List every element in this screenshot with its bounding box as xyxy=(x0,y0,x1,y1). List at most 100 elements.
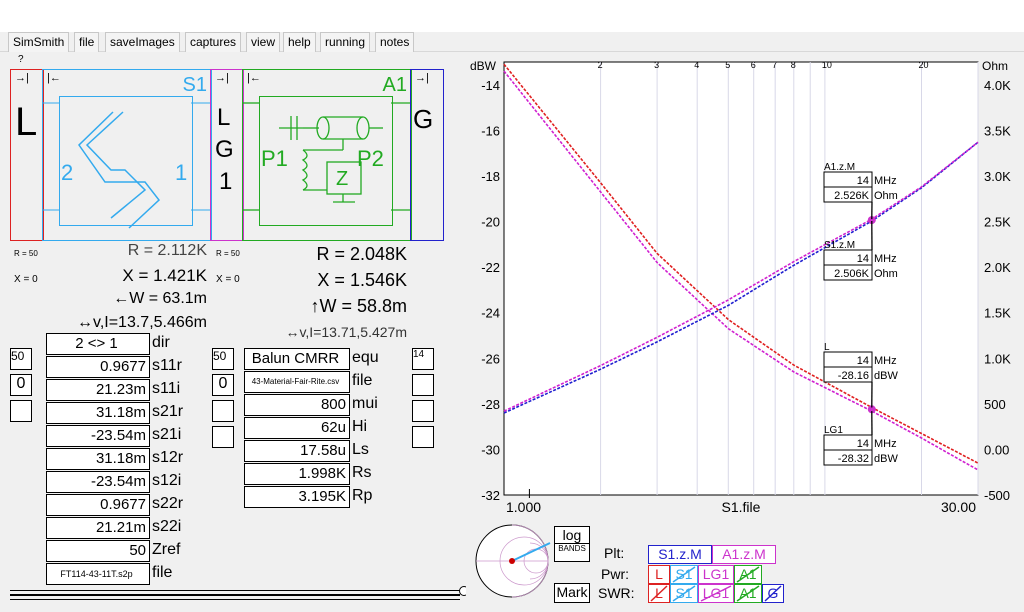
s-param-value-s11i[interactable]: 21.23m xyxy=(46,379,150,401)
menu-help[interactable]: help xyxy=(283,32,316,52)
s-param-value-s21r[interactable]: 31.18m xyxy=(46,402,150,424)
s1-z0-control[interactable]: 50 xyxy=(10,348,32,370)
g-freq-control[interactable]: 14 xyxy=(412,348,434,370)
marker-freq-unit: MHz xyxy=(874,438,897,450)
a-param-value-equ[interactable]: Balun CMRR xyxy=(244,348,350,370)
a-param-value-Hi[interactable]: 62u xyxy=(244,417,350,439)
s1-z0-value: 50 xyxy=(11,349,25,363)
slash-icon xyxy=(736,585,760,602)
menu-view[interactable]: view xyxy=(246,32,281,52)
a1-z0-control[interactable]: 50 xyxy=(212,348,234,370)
help-mark[interactable]: ? xyxy=(18,54,24,65)
legend-button-lg1[interactable]: LG1 xyxy=(698,584,734,603)
load-block[interactable]: →| L xyxy=(10,69,44,241)
s1-left-x-label: X = 0 xyxy=(14,274,38,285)
load-letter: L xyxy=(15,100,38,144)
lg1-block[interactable]: →| L G 1 xyxy=(210,69,244,241)
legend-button-a1[interactable]: A1 xyxy=(734,584,762,603)
a-param-value-mui[interactable]: 800 xyxy=(244,394,350,416)
a1-p2-label: P2 xyxy=(357,146,384,171)
s1-voltage-current-readout: ↔v,I=13.7,5.466m xyxy=(77,314,207,331)
menu-captures[interactable]: captures xyxy=(185,32,242,52)
legend-button-s1[interactable]: S1 xyxy=(670,565,698,584)
legend-button-s1[interactable]: S1 xyxy=(670,584,698,603)
mark-label: Mark xyxy=(556,584,588,600)
s1-reactance-readout: X = 1.421K xyxy=(122,266,207,285)
x-top-tick-label: 3 xyxy=(654,60,659,70)
a-param-value-Rp[interactable]: 3.195K xyxy=(244,486,350,508)
slash-icon xyxy=(672,585,696,602)
a-param-label-equ: equ xyxy=(352,349,379,366)
s1-file-control[interactable] xyxy=(10,400,32,422)
y-left-tick-label: -26 xyxy=(481,351,500,366)
log-label: log xyxy=(562,527,582,543)
g-z0-control[interactable] xyxy=(412,374,434,396)
y-right-tick-label: 2.0K xyxy=(984,260,1011,275)
marker-title: S1.z.M xyxy=(824,240,855,251)
menu-bar: SimSmith file saveImages captures view h… xyxy=(0,32,1024,52)
s1-block[interactable]: |← S1 2 1 xyxy=(42,69,212,241)
s1-port2-label: 2 xyxy=(61,160,74,185)
plot-area xyxy=(503,61,979,496)
s-param-value-s22r[interactable]: 0.9677 xyxy=(46,494,150,516)
legend-button-a1[interactable]: A1 xyxy=(734,565,762,584)
x-left-label: 1.000 xyxy=(506,499,541,515)
a-param-value-Rs[interactable]: 1.998K xyxy=(244,463,350,485)
s-param-value-s11r[interactable]: 0.9677 xyxy=(46,356,150,378)
mark-button[interactable]: Mark xyxy=(554,583,590,603)
s-param-label-s11r: s11r xyxy=(152,357,182,374)
generator-block[interactable]: →| G xyxy=(410,69,444,241)
y-right-tick-label: 3.0K xyxy=(984,169,1011,184)
s-param-value-Zref[interactable]: 50 xyxy=(46,540,150,562)
menu-notes[interactable]: notes xyxy=(375,32,415,52)
s-param-label-s21i: s21i xyxy=(152,426,182,443)
svg-text:Z: Z xyxy=(336,168,348,190)
a1-file-control[interactable] xyxy=(212,400,234,422)
marker-value-unit: Ohm xyxy=(874,268,898,280)
s-param-label-s22i: s22i xyxy=(152,518,182,535)
s-param-value-s21i[interactable]: -23.54m xyxy=(46,425,150,447)
legend-button-a1-z-m[interactable]: A1.z.M xyxy=(712,545,776,564)
legend-button-l[interactable]: L xyxy=(648,565,670,584)
s-param-value-s22i[interactable]: 21.21m xyxy=(46,517,150,539)
y-left-tick-label: -20 xyxy=(481,215,500,230)
legend-button-lg1[interactable]: LG1 xyxy=(698,565,734,584)
y-left-tick-label: -28 xyxy=(481,397,500,412)
a1-block[interactable]: |← A1 Z P1 P2 xyxy=(242,69,412,241)
smith-chart-thumbnail[interactable] xyxy=(472,523,552,601)
a-param-value-file[interactable]: 43-Material-Fair-Rite.csv xyxy=(244,371,350,393)
marker-value: 2.506K xyxy=(834,268,870,280)
marker-value-unit: dBW xyxy=(874,370,898,382)
s1-symbol xyxy=(43,102,211,229)
menu-file[interactable]: file xyxy=(74,32,100,52)
s1-offset-control[interactable]: 0 xyxy=(10,374,32,396)
menu-simsmith[interactable]: SimSmith xyxy=(8,32,70,52)
a1-offset-control[interactable]: 0 xyxy=(212,374,234,396)
a1-z0-value: 50 xyxy=(213,349,227,363)
marker-freq-unit: MHz xyxy=(874,355,897,367)
a1-left-x-label: X = 0 xyxy=(216,274,240,285)
y-left-tick-label: -22 xyxy=(481,260,500,275)
bottom-slider-strip[interactable] xyxy=(10,582,469,604)
s-param-label-s21r: s21r xyxy=(152,403,184,420)
legend-button-s1-z-m[interactable]: S1.z.M xyxy=(648,545,712,564)
s-param-value-s12r[interactable]: 31.18m xyxy=(46,448,150,470)
menu-saveimages[interactable]: saveImages xyxy=(105,32,180,52)
menu-running[interactable]: running xyxy=(320,32,371,52)
legend-button-g[interactable]: G xyxy=(762,584,784,603)
a1-extra-control[interactable] xyxy=(212,426,234,448)
g-plot-control[interactable] xyxy=(412,426,434,448)
s-param-label-file: file xyxy=(152,564,173,581)
s1-port1-label: 1 xyxy=(175,160,188,185)
a-param-value-Ls[interactable]: 17.58u xyxy=(244,440,350,462)
slash-icon xyxy=(736,566,760,583)
legend-button-l[interactable]: L xyxy=(648,584,670,603)
response-chart[interactable]: 2 3 4 5 6 7 8 10 20 -14 -16 -18 -20 -22 -24 -26 -28 -30 -3… xyxy=(466,52,1024,520)
x-top-tick-label: 8 xyxy=(791,60,796,70)
x-top-tick-label: 10 xyxy=(822,60,832,70)
s-param-value-dir[interactable]: 2 <> 1 xyxy=(46,333,150,355)
lg1-letter-l: L xyxy=(217,104,231,131)
log-bands-button[interactable]: log BANDS xyxy=(554,526,590,562)
s-param-value-s12i[interactable]: -23.54m xyxy=(46,471,150,493)
g-level-control[interactable] xyxy=(412,400,434,422)
